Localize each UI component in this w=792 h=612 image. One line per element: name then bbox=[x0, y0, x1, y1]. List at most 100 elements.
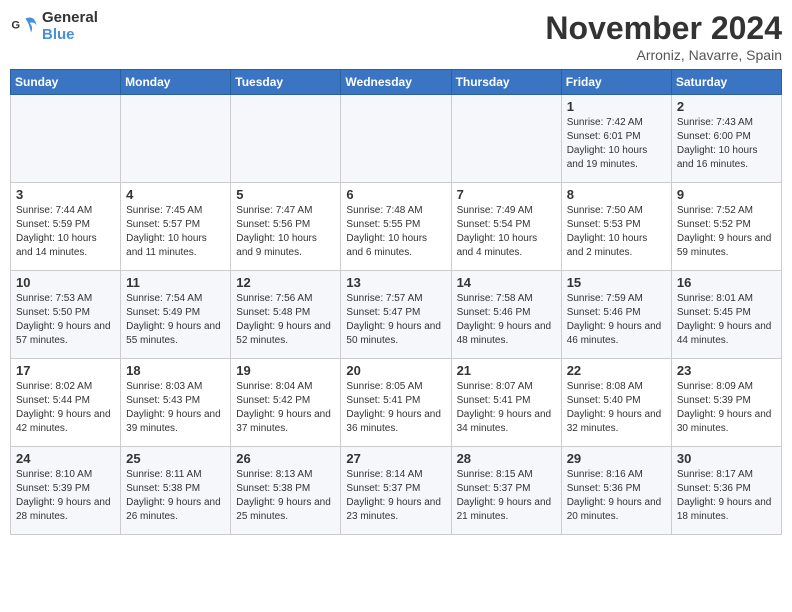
weekday-header-row: SundayMondayTuesdayWednesdayThursdayFrid… bbox=[11, 70, 782, 95]
calendar-cell: 13 Sunrise: 7:57 AM Sunset: 5:47 PM Dayli… bbox=[341, 271, 451, 359]
logo-blue: Blue bbox=[42, 27, 98, 44]
calendar-cell: 2Sunrise: 7:43 AM Sunset: 6:00 PM Daylig… bbox=[671, 95, 781, 183]
calendar-cell: 4Sunrise: 7:45 AM Sunset: 5:57 PM Daylig… bbox=[121, 183, 231, 271]
day-info: Sunrise: 7:59 AM Sunset: 5:46 PM Dayligh… bbox=[567, 292, 666, 348]
calendar-cell: 30 Sunrise: 8:17 AM Sunset: 5:36 PM Dayli… bbox=[671, 447, 781, 535]
day-info: Sunrise: 8:13 AM Sunset: 5:38 PM Dayligh… bbox=[236, 468, 335, 524]
day-number: 27 bbox=[346, 451, 445, 466]
day-info: Sunrise: 8:03 AM Sunset: 5:43 PM Dayligh… bbox=[126, 380, 225, 436]
day-number: 20 bbox=[346, 363, 445, 378]
day-info: Sunrise: 8:17 AM Sunset: 5:36 PM Dayligh… bbox=[677, 468, 776, 524]
day-number: 25 bbox=[126, 451, 225, 466]
calendar-cell: 3 Sunrise: 7:44 AM Sunset: 5:59 PM Daylig… bbox=[11, 183, 121, 271]
day-info: Sunrise: 8:05 AM Sunset: 5:41 PM Dayligh… bbox=[346, 380, 445, 436]
calendar-cell: 7 Sunrise: 7:49 AM Sunset: 5:54 PM Daylig… bbox=[451, 183, 561, 271]
weekday-header-sunday: Sunday bbox=[11, 70, 121, 95]
day-info: Sunrise: 8:04 AM Sunset: 5:42 PM Dayligh… bbox=[236, 380, 335, 436]
calendar-table: SundayMondayTuesdayWednesdayThursdayFrid… bbox=[10, 69, 782, 535]
svg-text:G: G bbox=[11, 19, 20, 31]
calendar-cell: 15 Sunrise: 7:59 AM Sunset: 5:46 PM Dayli… bbox=[561, 271, 671, 359]
day-number: 29 bbox=[567, 451, 666, 466]
logo: G General Blue bbox=[10, 10, 98, 43]
calendar-cell: 26Sunrise: 8:13 AM Sunset: 5:38 PM Dayli… bbox=[231, 447, 341, 535]
day-number: 11 bbox=[126, 275, 225, 290]
day-number: 14 bbox=[457, 275, 556, 290]
calendar-cell: 28 Sunrise: 8:15 AM Sunset: 5:37 PM Dayli… bbox=[451, 447, 561, 535]
calendar-cell: 5 Sunrise: 7:47 AM Sunset: 5:56 PM Daylig… bbox=[231, 183, 341, 271]
calendar-cell: 25Sunrise: 8:11 AM Sunset: 5:38 PM Dayli… bbox=[121, 447, 231, 535]
calendar-cell: 23Sunrise: 8:09 AM Sunset: 5:39 PM Dayli… bbox=[671, 359, 781, 447]
day-info: Sunrise: 7:56 AM Sunset: 5:48 PM Dayligh… bbox=[236, 292, 335, 348]
day-number: 19 bbox=[236, 363, 335, 378]
calendar-week-row: 17Sunrise: 8:02 AM Sunset: 5:44 PM Dayli… bbox=[11, 359, 782, 447]
calendar-cell: 24Sunrise: 8:10 AM Sunset: 5:39 PM Dayli… bbox=[11, 447, 121, 535]
day-info: Sunrise: 8:07 AM Sunset: 5:41 PM Dayligh… bbox=[457, 380, 556, 436]
day-number: 10 bbox=[16, 275, 115, 290]
day-number: 8 bbox=[567, 187, 666, 202]
calendar-cell: 27Sunrise: 8:14 AM Sunset: 5:37 PM Dayli… bbox=[341, 447, 451, 535]
day-info: Sunrise: 8:15 AM Sunset: 5:37 PM Dayligh… bbox=[457, 468, 556, 524]
calendar-week-row: 3 Sunrise: 7:44 AM Sunset: 5:59 PM Daylig… bbox=[11, 183, 782, 271]
day-number: 24 bbox=[16, 451, 115, 466]
title-area: November 2024 Arroniz, Navarre, Spain bbox=[545, 10, 782, 63]
calendar-cell: 1 Sunrise: 7:42 AM Sunset: 6:01 PM Daylig… bbox=[561, 95, 671, 183]
day-number: 9 bbox=[677, 187, 776, 202]
calendar-cell bbox=[11, 95, 121, 183]
day-number: 13 bbox=[346, 275, 445, 290]
calendar-cell bbox=[231, 95, 341, 183]
day-number: 30 bbox=[677, 451, 776, 466]
day-info: Sunrise: 8:16 AM Sunset: 5:36 PM Dayligh… bbox=[567, 468, 666, 524]
day-number: 28 bbox=[457, 451, 556, 466]
day-number: 5 bbox=[236, 187, 335, 202]
day-info: Sunrise: 7:52 AM Sunset: 5:52 PM Dayligh… bbox=[677, 204, 776, 260]
weekday-header-tuesday: Tuesday bbox=[231, 70, 341, 95]
location-subtitle: Arroniz, Navarre, Spain bbox=[545, 47, 782, 63]
calendar-cell: 19 Sunrise: 8:04 AM Sunset: 5:42 PM Dayli… bbox=[231, 359, 341, 447]
calendar-cell: 10Sunrise: 7:53 AM Sunset: 5:50 PM Dayli… bbox=[11, 271, 121, 359]
calendar-cell: 20 Sunrise: 8:05 AM Sunset: 5:41 PM Dayli… bbox=[341, 359, 451, 447]
day-info: Sunrise: 7:50 AM Sunset: 5:53 PM Dayligh… bbox=[567, 204, 666, 260]
day-number: 17 bbox=[16, 363, 115, 378]
calendar-cell: 22 Sunrise: 8:08 AM Sunset: 5:40 PM Dayli… bbox=[561, 359, 671, 447]
day-number: 1 bbox=[567, 99, 666, 114]
day-info: Sunrise: 8:09 AM Sunset: 5:39 PM Dayligh… bbox=[677, 380, 776, 436]
weekday-header-friday: Friday bbox=[561, 70, 671, 95]
day-number: 16 bbox=[677, 275, 776, 290]
calendar-cell: 29 Sunrise: 8:16 AM Sunset: 5:36 PM Dayli… bbox=[561, 447, 671, 535]
day-info: Sunrise: 7:57 AM Sunset: 5:47 PM Dayligh… bbox=[346, 292, 445, 348]
calendar-cell: 9 Sunrise: 7:52 AM Sunset: 5:52 PM Daylig… bbox=[671, 183, 781, 271]
logo-general: General bbox=[42, 10, 98, 27]
calendar-body: 1 Sunrise: 7:42 AM Sunset: 6:01 PM Daylig… bbox=[11, 95, 782, 535]
calendar-cell: 14 Sunrise: 7:58 AM Sunset: 5:46 PM Dayli… bbox=[451, 271, 561, 359]
day-info: Sunrise: 8:08 AM Sunset: 5:40 PM Dayligh… bbox=[567, 380, 666, 436]
calendar-cell: 18 Sunrise: 8:03 AM Sunset: 5:43 PM Dayli… bbox=[121, 359, 231, 447]
day-number: 21 bbox=[457, 363, 556, 378]
weekday-header-monday: Monday bbox=[121, 70, 231, 95]
calendar-cell: 6Sunrise: 7:48 AM Sunset: 5:55 PM Daylig… bbox=[341, 183, 451, 271]
day-info: Sunrise: 7:47 AM Sunset: 5:56 PM Dayligh… bbox=[236, 204, 335, 260]
day-number: 6 bbox=[346, 187, 445, 202]
day-number: 3 bbox=[16, 187, 115, 202]
day-number: 15 bbox=[567, 275, 666, 290]
calendar-header: SundayMondayTuesdayWednesdayThursdayFrid… bbox=[11, 70, 782, 95]
day-number: 22 bbox=[567, 363, 666, 378]
day-info: Sunrise: 7:44 AM Sunset: 5:59 PM Dayligh… bbox=[16, 204, 115, 260]
day-number: 18 bbox=[126, 363, 225, 378]
day-info: Sunrise: 7:58 AM Sunset: 5:46 PM Dayligh… bbox=[457, 292, 556, 348]
calendar-cell bbox=[451, 95, 561, 183]
day-info: Sunrise: 7:54 AM Sunset: 5:49 PM Dayligh… bbox=[126, 292, 225, 348]
weekday-header-wednesday: Wednesday bbox=[341, 70, 451, 95]
day-info: Sunrise: 7:42 AM Sunset: 6:01 PM Dayligh… bbox=[567, 116, 666, 172]
day-info: Sunrise: 7:49 AM Sunset: 5:54 PM Dayligh… bbox=[457, 204, 556, 260]
day-number: 7 bbox=[457, 187, 556, 202]
calendar-cell: 16 Sunrise: 8:01 AM Sunset: 5:45 PM Dayli… bbox=[671, 271, 781, 359]
logo-text: General Blue bbox=[42, 10, 98, 43]
calendar-cell: 17Sunrise: 8:02 AM Sunset: 5:44 PM Dayli… bbox=[11, 359, 121, 447]
calendar-cell: 21 Sunrise: 8:07 AM Sunset: 5:41 PM Dayli… bbox=[451, 359, 561, 447]
logo-icon: G bbox=[10, 13, 38, 41]
day-info: Sunrise: 7:45 AM Sunset: 5:57 PM Dayligh… bbox=[126, 204, 225, 260]
calendar-week-row: 24Sunrise: 8:10 AM Sunset: 5:39 PM Dayli… bbox=[11, 447, 782, 535]
calendar-cell bbox=[341, 95, 451, 183]
day-info: Sunrise: 8:01 AM Sunset: 5:45 PM Dayligh… bbox=[677, 292, 776, 348]
day-number: 2 bbox=[677, 99, 776, 114]
